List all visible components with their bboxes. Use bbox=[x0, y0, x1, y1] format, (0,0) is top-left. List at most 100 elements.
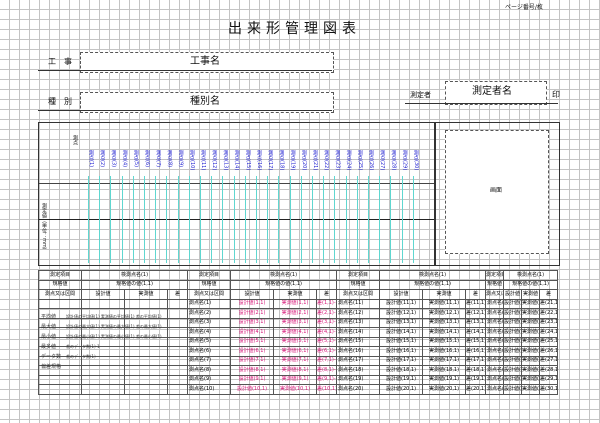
date-label: 測点(24) bbox=[345, 150, 352, 171]
date-label: 測点(10) bbox=[188, 150, 195, 171]
measurement-table: 測定項目検測点名(1)測定項目検測点名(1)測定項目検測点名(1)測定項目検測点… bbox=[38, 270, 558, 403]
stats-cell bbox=[124, 374, 168, 385]
actual-value: 実測値(15,1) bbox=[422, 336, 467, 347]
spec-value: 規格値の値(1,1) bbox=[379, 279, 487, 290]
table-row: 測点名(6)設計値(6,1)実測値(6,1)差(6,1)-1測点名(16)設計値… bbox=[38, 346, 558, 357]
diff-value: 差(9,1)-1 bbox=[316, 374, 338, 385]
stats-cell bbox=[166, 308, 189, 319]
type-label: 種 別 bbox=[48, 97, 72, 106]
measure-line bbox=[368, 176, 369, 263]
diff-value: 差(27,1)-1 bbox=[539, 355, 558, 366]
date-label: 測点(2) bbox=[99, 150, 106, 168]
actual-value: 実測値(29,1) bbox=[521, 374, 540, 385]
design-value: 設計値(24,1) bbox=[503, 327, 523, 338]
diff-value: 差(11,1)-1 bbox=[465, 298, 487, 309]
header-design: 設計値 bbox=[230, 289, 275, 300]
header-station: 測定項目 bbox=[187, 270, 232, 281]
date-label: 測点(26) bbox=[368, 150, 374, 171]
header-spec: 規格値 bbox=[38, 279, 82, 290]
stats-cell bbox=[166, 327, 189, 338]
design-value: 設計値(8,1) bbox=[230, 365, 275, 376]
actual-value: 実測値(21,1) bbox=[521, 298, 540, 309]
measure-line bbox=[222, 176, 224, 263]
design-value: 設計値(7,1) bbox=[230, 355, 275, 366]
measure-line bbox=[267, 176, 269, 263]
diff-value: 差(7,1)-1 bbox=[316, 355, 338, 366]
actual-value: 実測値(10,1) bbox=[273, 384, 318, 395]
station-name: 測点名(10) bbox=[187, 384, 232, 395]
actual-value: 実測値(16,1) bbox=[422, 346, 467, 357]
diff-value: 差(28,1)-1 bbox=[539, 365, 558, 376]
diff-value: 差(4,1)-1 bbox=[316, 327, 338, 338]
measure-line bbox=[144, 176, 145, 263]
stat-label: データ数 bbox=[41, 354, 62, 360]
date-label: 測点(7) bbox=[155, 150, 162, 168]
actual-value: 実測値(5,1) bbox=[273, 336, 318, 347]
stat-text: 設計値の平均値(1) 実測値の平均値(1) 差の平均値(1) bbox=[66, 314, 162, 319]
date-label: 測点(15) bbox=[244, 150, 251, 171]
measurer-value: 測定者名 bbox=[472, 86, 512, 97]
page-number-label: ページ番号/枚 bbox=[505, 4, 543, 11]
stat-text: 設計値の最小値(1) 実測値の最小値(1) 差の最小値(1) bbox=[66, 334, 162, 339]
header-actual: 実測値 bbox=[124, 289, 168, 300]
header-station: 測定項目 bbox=[38, 270, 82, 281]
design-value: 設計値(10,1) bbox=[230, 384, 275, 395]
actual-value: 実測値(28,1) bbox=[521, 365, 540, 376]
header-diff: 差 bbox=[166, 289, 189, 300]
diff-value: 差(18,1)-1 bbox=[465, 365, 487, 376]
station-name: 測点名(28) bbox=[485, 365, 505, 376]
measure-line bbox=[121, 176, 123, 263]
stat-text: 差のデータ数(1) bbox=[66, 354, 96, 359]
date-label: 測点(5) bbox=[132, 150, 139, 168]
measurer-label: 測定者 bbox=[410, 91, 431, 99]
diff-value: 差(20,1)-1 bbox=[465, 384, 487, 395]
actual-value: 実測値(27,1) bbox=[521, 355, 540, 366]
y-axis-label: 測定値（単位：mm） bbox=[41, 203, 47, 253]
diff-value: 差(6,1)-1 bbox=[316, 346, 338, 357]
date-label: 測点(13) bbox=[222, 150, 229, 171]
measure-line bbox=[289, 176, 291, 263]
header-actual: 実測値 bbox=[422, 289, 467, 300]
station-name: 測点名(18) bbox=[336, 365, 381, 376]
measure-line bbox=[88, 176, 89, 263]
station-name: 測点名(26) bbox=[485, 346, 505, 357]
measure-line bbox=[200, 176, 201, 263]
actual-value: 実測値(4,1) bbox=[273, 327, 318, 338]
station-name: 測点名(2) bbox=[187, 308, 232, 319]
measure-line bbox=[155, 176, 157, 263]
spec-value: 規格値の値(1,1) bbox=[503, 279, 558, 290]
design-value: 設計値(23,1) bbox=[503, 317, 523, 328]
design-value: 設計値(13,1) bbox=[379, 317, 424, 328]
stats-cell bbox=[124, 298, 168, 309]
diff-value: 差(15,1)-1 bbox=[465, 336, 487, 347]
actual-value: 実測値(1,1) bbox=[273, 298, 318, 309]
stats-cell bbox=[166, 346, 189, 357]
measure-line bbox=[412, 176, 414, 263]
diff-value: 差(21,1)-1 bbox=[539, 298, 558, 309]
station-name: 測点名(19) bbox=[336, 374, 381, 385]
diff-value: 差(3,1)-1 bbox=[316, 317, 338, 328]
stat-label: 最大値 bbox=[41, 324, 57, 330]
header-diff: 差 bbox=[539, 289, 558, 300]
table-row: 測点名(10)設計値(10,1)実測値(10,1)差(10,1)-1測点名(20… bbox=[38, 384, 558, 395]
station-name: 測点名(25) bbox=[485, 336, 505, 347]
stats-cell bbox=[38, 384, 82, 395]
actual-value: 実測値(7,1) bbox=[273, 355, 318, 366]
measure-line bbox=[233, 176, 235, 263]
design-value: 設計値(17,1) bbox=[379, 355, 424, 366]
measure-line bbox=[334, 176, 336, 263]
table-header-row: 測定項目検測点名(1)測定項目検測点名(1)測定項目検測点名(1)測定項目検測点… bbox=[38, 270, 558, 281]
image-frame[interactable]: 画面 bbox=[445, 130, 549, 254]
x-axis-label: 測点 bbox=[72, 135, 78, 145]
design-value: 設計値(18,1) bbox=[379, 365, 424, 376]
stats-cell bbox=[166, 355, 189, 366]
measure-line bbox=[211, 176, 213, 263]
station-name: 測点名(16) bbox=[336, 346, 381, 357]
design-value: 設計値(20,1) bbox=[379, 384, 424, 395]
design-value: 設計値(21,1) bbox=[503, 298, 523, 309]
station-name: 測点名(14) bbox=[336, 327, 381, 338]
measurer-underline bbox=[405, 103, 558, 104]
design-value: 設計値(16,1) bbox=[379, 346, 424, 357]
actual-value: 実測値(20,1) bbox=[422, 384, 467, 395]
diff-value: 差(30,1)-1 bbox=[539, 384, 558, 395]
